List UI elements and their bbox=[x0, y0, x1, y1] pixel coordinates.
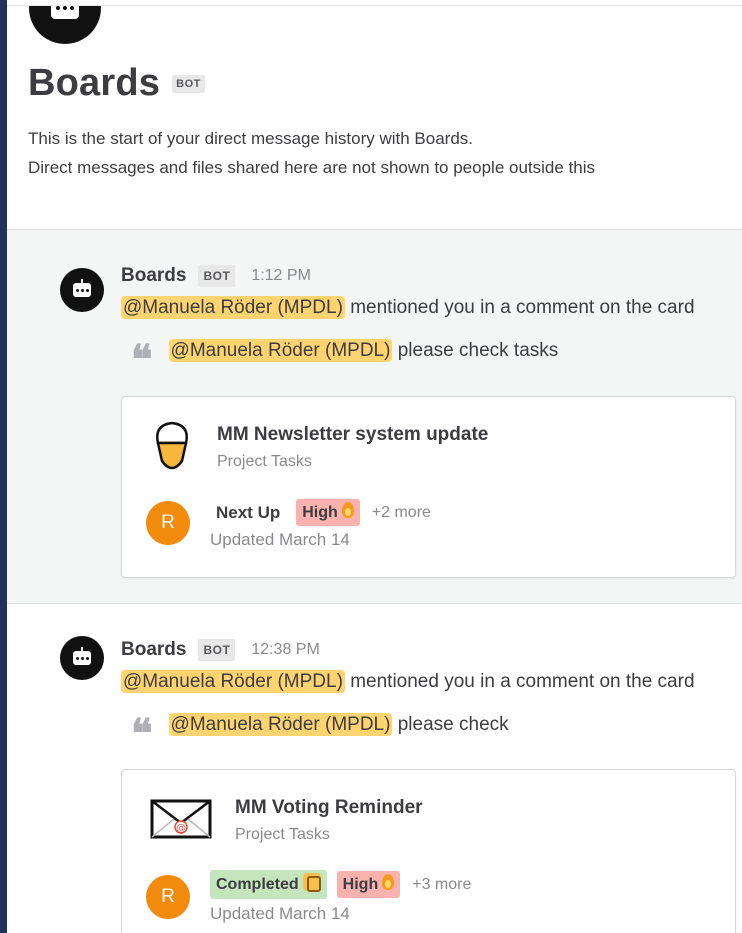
quote-rest: please check bbox=[392, 714, 509, 735]
post-timestamp[interactable]: 12:38 PM bbox=[251, 641, 319, 659]
channel-intro: Boards BOT This is the start of your dir… bbox=[7, 0, 742, 229]
board-card-preview[interactable]: @ MM Voting Reminder Project Tasks R Com… bbox=[121, 769, 736, 933]
top-toolbar-edge bbox=[7, 0, 742, 6]
quote-rest: please check tasks bbox=[392, 340, 559, 361]
intro-title: Boards bbox=[28, 62, 161, 104]
intro-description: This is the start of your direct message… bbox=[28, 124, 595, 182]
post[interactable]: Boards BOT 12:38 PM @Manuela Röder (MPDL… bbox=[7, 603, 742, 933]
priority-badge: High bbox=[296, 499, 360, 526]
more-properties[interactable]: +3 more bbox=[412, 876, 471, 894]
post-author[interactable]: Boards bbox=[121, 639, 186, 661]
comment-quote: ❝ @Manuela Röder (MPDL) please check tas… bbox=[131, 336, 559, 383]
card-updated-date: Updated March 14 bbox=[210, 904, 350, 923]
fire-icon bbox=[382, 874, 395, 890]
message-text: mentioned you in a comment on the card bbox=[344, 671, 695, 692]
envelope-icon: @ bbox=[150, 796, 212, 842]
quote-text: @Manuela Röder (MPDL) please check bbox=[168, 713, 509, 736]
card-title[interactable]: MM Voting Reminder bbox=[235, 797, 423, 819]
bot-badge: BOT bbox=[198, 639, 236, 661]
user-mention[interactable]: @Manuela Röder (MPDL) bbox=[168, 713, 393, 736]
robot-icon bbox=[73, 651, 91, 665]
card-properties: Next Up High +2 more bbox=[216, 499, 431, 526]
post-message: @Manuela Röder (MPDL) mentioned you in a… bbox=[121, 296, 695, 319]
post[interactable]: Boards BOT 1:12 PM @Manuela Röder (MPDL)… bbox=[7, 229, 742, 604]
card-assignee-avatar[interactable]: R bbox=[146, 875, 190, 919]
ice-cream-icon bbox=[150, 415, 194, 477]
intro-line-2: Direct messages and files shared here ar… bbox=[28, 158, 595, 177]
svg-text:@: @ bbox=[176, 823, 186, 834]
post-message: @Manuela Röder (MPDL) mentioned you in a… bbox=[121, 670, 695, 693]
user-mention[interactable]: @Manuela Röder (MPDL) bbox=[121, 670, 345, 693]
user-mention[interactable]: @Manuela Röder (MPDL) bbox=[168, 339, 393, 362]
priority-badge: High bbox=[336, 871, 401, 898]
card-updated-date: Updated March 14 bbox=[210, 530, 350, 549]
post-timestamp[interactable]: 1:12 PM bbox=[251, 267, 311, 285]
card-board-name: Project Tasks bbox=[235, 826, 330, 843]
post-author[interactable]: Boards bbox=[121, 265, 186, 287]
status-value: Next Up bbox=[216, 502, 281, 522]
card-properties: Completed High +3 more bbox=[210, 870, 471, 899]
quote-icon: ❝ bbox=[131, 336, 153, 383]
comment-quote: ❝ @Manuela Röder (MPDL) please check bbox=[131, 710, 509, 757]
intro-line-1: This is the start of your direct message… bbox=[28, 129, 474, 148]
message-text: mentioned you in a comment on the card bbox=[344, 297, 695, 318]
fire-icon bbox=[341, 502, 354, 518]
board-card-preview[interactable]: MM Newsletter system update Project Task… bbox=[121, 396, 736, 578]
post-avatar[interactable] bbox=[60, 268, 104, 312]
quote-icon: ❝ bbox=[131, 710, 153, 757]
bot-badge: BOT bbox=[198, 265, 236, 287]
card-assignee-avatar[interactable]: R bbox=[146, 501, 190, 545]
user-mention[interactable]: @Manuela Röder (MPDL) bbox=[121, 296, 345, 319]
robot-icon bbox=[73, 283, 91, 297]
quote-text: @Manuela Röder (MPDL) please check tasks bbox=[168, 339, 559, 362]
bot-badge: BOT bbox=[172, 74, 205, 93]
card-title[interactable]: MM Newsletter system update bbox=[217, 424, 488, 446]
more-properties[interactable]: +2 more bbox=[372, 504, 431, 522]
status-badge: Completed bbox=[210, 870, 327, 899]
card-board-name: Project Tasks bbox=[217, 453, 312, 470]
celebration-icon bbox=[302, 873, 321, 892]
sidebar-edge bbox=[0, 0, 7, 933]
boards-bot-avatar[interactable] bbox=[29, 0, 101, 44]
post-avatar[interactable] bbox=[60, 636, 104, 680]
